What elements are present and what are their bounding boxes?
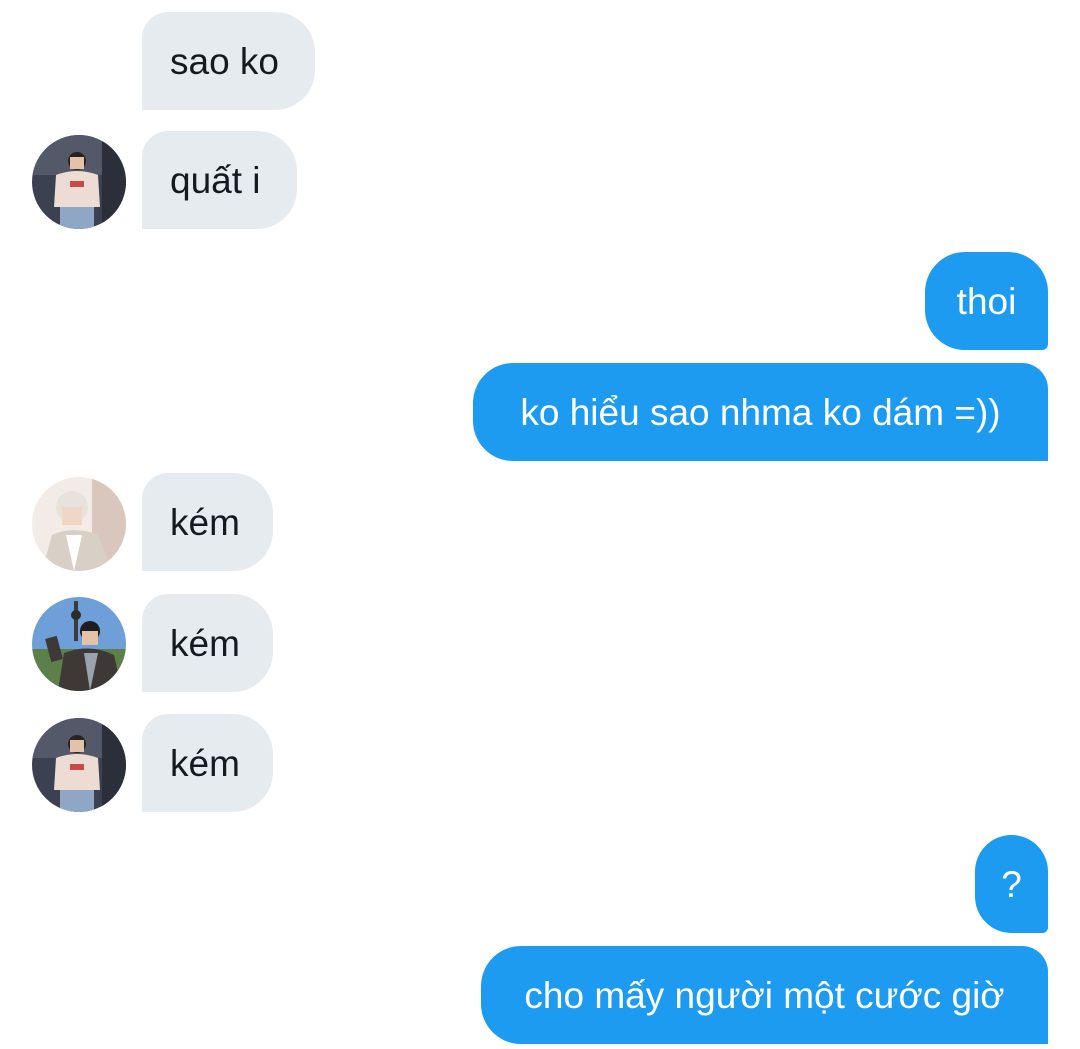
message-text: kém xyxy=(170,501,240,543)
user-avatar-photo-icon xyxy=(32,597,126,691)
avatar[interactable] xyxy=(32,135,126,229)
message-text: cho mấy người một cước giờ xyxy=(524,974,1005,1016)
message-text: thoi xyxy=(956,280,1017,322)
message-bubble-outgoing[interactable]: ko hiểu sao nhma ko dám =)) xyxy=(473,363,1048,461)
message-bubble-outgoing[interactable]: thoi xyxy=(925,252,1048,350)
message-bubble-outgoing[interactable]: cho mấy người một cước giờ xyxy=(481,946,1048,1044)
avatar[interactable] xyxy=(32,597,126,691)
message-bubble-incoming[interactable]: sao ko xyxy=(142,12,315,110)
message-text: quất i xyxy=(170,159,261,201)
message-bubble-outgoing[interactable]: ? xyxy=(975,835,1048,933)
user-avatar-photo-icon xyxy=(32,718,126,812)
user-avatar-photo-icon xyxy=(32,135,126,229)
avatar[interactable] xyxy=(32,477,126,571)
avatar[interactable] xyxy=(32,718,126,812)
message-text: sao ko xyxy=(170,40,280,82)
message-text: ? xyxy=(1001,863,1022,905)
message-bubble-incoming[interactable]: quất i xyxy=(142,131,297,229)
message-bubble-incoming[interactable]: kém xyxy=(142,473,273,571)
message-text: kém xyxy=(170,622,240,664)
message-bubble-incoming[interactable]: kém xyxy=(142,714,273,812)
user-avatar-photo-icon xyxy=(32,477,126,571)
message-text: kém xyxy=(170,742,240,784)
message-bubble-incoming[interactable]: kém xyxy=(142,594,273,692)
message-text: ko hiểu sao nhma ko dám =)) xyxy=(520,391,1001,433)
